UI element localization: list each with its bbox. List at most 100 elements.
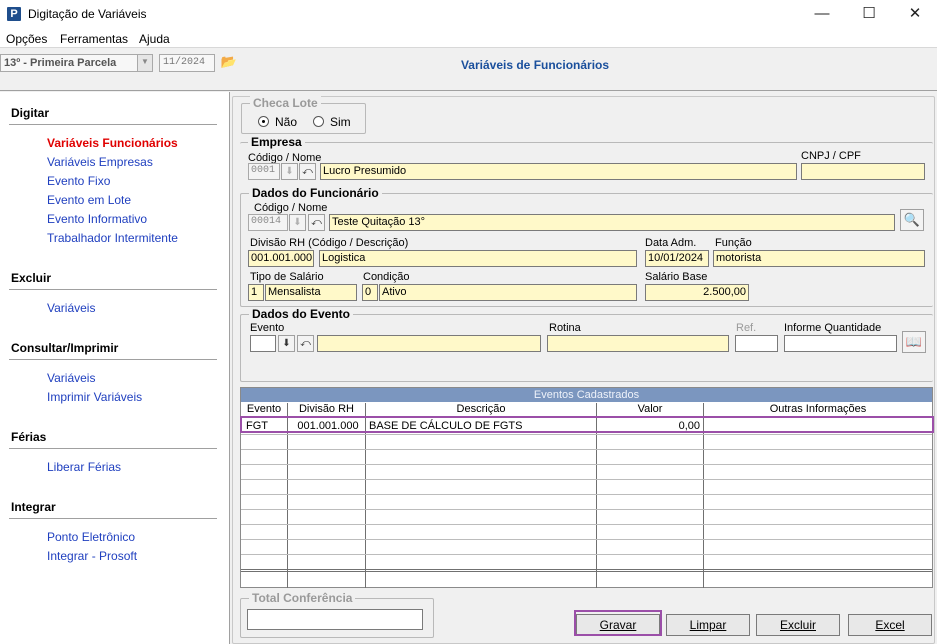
grid-row-line: [241, 434, 932, 435]
total-conferencia-title: Total Conferência: [249, 591, 356, 605]
data-adm-input[interactable]: 10/01/2024: [645, 250, 709, 267]
radio-nao[interactable]: [258, 116, 269, 127]
divisao-label: Divisão RH (Código / Descrição): [250, 237, 409, 249]
minimize-button[interactable]: —: [799, 0, 845, 28]
menu-ajuda[interactable]: Ajuda: [139, 32, 170, 46]
ref-label: Ref.: [736, 322, 757, 334]
tipo-salario-input[interactable]: Mensalista: [265, 284, 357, 301]
sidebar-item-evento-informativo[interactable]: Evento Informativo: [47, 212, 147, 226]
ref-input[interactable]: [735, 335, 778, 352]
calculator-icon[interactable]: 📖: [902, 331, 926, 353]
grid-row-line: [241, 494, 932, 495]
menu-opcoes[interactable]: Opções: [6, 32, 47, 46]
empresa-nome-input[interactable]: Lucro Presumido: [320, 163, 797, 180]
radio-sim-label: Sim: [330, 115, 351, 129]
row-highlight: [240, 416, 934, 433]
sidebar-item-evento-fixo[interactable]: Evento Fixo: [47, 174, 110, 188]
sidebar-item-trabalhador-intermitente[interactable]: Trabalhador Intermitente: [47, 231, 178, 245]
section-integrar: Integrar: [11, 500, 56, 514]
sidebar-item-variaveis-empresas[interactable]: Variáveis Empresas: [47, 155, 153, 169]
sidebar-item-consultar-variaveis[interactable]: Variáveis: [47, 371, 95, 385]
open-folder-icon[interactable]: 📂: [219, 53, 239, 71]
funcionario-codigo-input[interactable]: 00014: [248, 214, 288, 231]
download-icon[interactable]: ⬇: [281, 163, 298, 180]
app-icon: P: [7, 7, 21, 21]
cnpj-input[interactable]: [801, 163, 925, 180]
column-header-descricao[interactable]: Descrição: [366, 403, 597, 417]
column-header-divisao[interactable]: Divisão RH: [288, 403, 366, 417]
limpar-button[interactable]: Limpar: [666, 614, 750, 636]
grid-divider: [365, 417, 366, 588]
competencia-input[interactable]: 11/2024: [159, 54, 215, 72]
download-icon[interactable]: ⬇: [289, 214, 306, 231]
close-window-button[interactable]: ✕: [892, 0, 937, 28]
rotina-input[interactable]: [547, 335, 729, 352]
grid-divider: [703, 417, 704, 588]
funcionario-codigo-label: Código / Nome: [254, 202, 328, 214]
grid-divider: [596, 417, 597, 588]
undo-icon[interactable]: ⤺: [308, 214, 325, 231]
toolbar: 13º - Primeira Parcela ▼ 11/2024 📂 Variá…: [0, 49, 937, 91]
sidebar-item-excluir-variaveis[interactable]: Variáveis: [47, 301, 95, 315]
sidebar-item-imprimir-variaveis[interactable]: Imprimir Variáveis: [47, 390, 142, 404]
condicao-codigo-input[interactable]: 0: [362, 284, 378, 301]
undo-icon[interactable]: ⤺: [297, 335, 314, 352]
cnpj-label: CNPJ / CPF: [801, 150, 861, 162]
sidebar-item-variaveis-funcionarios[interactable]: Variáveis Funcionários: [47, 136, 178, 150]
evento-label: Evento: [250, 322, 285, 334]
rotina-label: Rotina: [549, 322, 581, 334]
sidebar-item-integrar-prosoft[interactable]: Integrar - Prosoft: [47, 549, 137, 563]
parcela-select[interactable]: 13º - Primeira Parcela ▼: [0, 54, 153, 72]
grid-row-line: [241, 571, 932, 572]
search-employee-icon[interactable]: 🔍: [900, 209, 924, 231]
grid-row-line: [241, 569, 932, 570]
radio-sim[interactable]: [313, 116, 324, 127]
sidebar: Digitar Variáveis Funcionários Variáveis…: [0, 92, 230, 644]
funcionario-title: Dados do Funcionário: [249, 186, 382, 200]
maximize-button[interactable]: ☐: [846, 0, 892, 28]
page-title: Variáveis de Funcionários: [460, 58, 610, 72]
tipo-salario-label: Tipo de Salário: [250, 271, 324, 283]
column-header-valor[interactable]: Valor: [597, 403, 704, 417]
funcao-input[interactable]: motorista: [713, 250, 925, 267]
section-ferias: Férias: [11, 430, 47, 444]
divider: [9, 124, 217, 125]
parcela-value: 13º - Primeira Parcela: [4, 57, 117, 69]
divider: [9, 518, 217, 519]
grid-divider: [287, 417, 288, 588]
column-header-outras[interactable]: Outras Informações: [704, 403, 932, 417]
sidebar-item-ponto-eletronico[interactable]: Ponto Eletrônico: [47, 530, 135, 544]
excel-button[interactable]: Excel: [848, 614, 932, 636]
grid-title: Eventos Cadastrados: [241, 388, 932, 402]
empresa-codigo-input[interactable]: 0001: [248, 163, 280, 180]
menu-ferramentas[interactable]: Ferramentas: [60, 32, 128, 46]
excluir-button[interactable]: Excluir: [756, 614, 840, 636]
total-conferencia-input[interactable]: [247, 609, 423, 630]
tipo-salario-codigo-input[interactable]: 1: [248, 284, 264, 301]
sidebar-item-evento-em-lote[interactable]: Evento em Lote: [47, 193, 131, 207]
undo-icon[interactable]: ⤺: [299, 163, 316, 180]
section-digitar: Digitar: [11, 106, 50, 120]
condicao-input[interactable]: Ativo: [379, 284, 637, 301]
divisao-codigo-input[interactable]: 001.001.000: [248, 250, 314, 267]
empresa-title: Empresa: [248, 135, 305, 149]
application-window: P Digitação de Variáveis — ☐ ✕ Opções Fe…: [0, 0, 937, 644]
quantidade-input[interactable]: [784, 335, 897, 352]
grid-row-line: [241, 464, 932, 465]
evento-codigo-input[interactable]: [250, 335, 276, 352]
section-consultar-imprimir: Consultar/Imprimir: [11, 341, 119, 355]
divisao-descricao-input[interactable]: Logistica: [319, 250, 637, 267]
chevron-down-icon[interactable]: ▼: [137, 55, 152, 71]
sidebar-item-liberar-ferias[interactable]: Liberar Férias: [47, 460, 121, 474]
salario-base-input[interactable]: 2.500,00: [645, 284, 749, 301]
grid-row-line: [241, 449, 932, 450]
grid-row-line: [241, 524, 932, 525]
evento-descricao-input[interactable]: [317, 335, 541, 352]
column-header-evento[interactable]: Evento: [241, 403, 288, 417]
data-adm-label: Data Adm.: [645, 237, 697, 249]
download-icon[interactable]: ⬇: [278, 335, 295, 352]
grid-row-line: [241, 539, 932, 540]
grid-row-line: [241, 554, 932, 555]
evento-title: Dados do Evento: [249, 307, 354, 321]
funcionario-nome-input[interactable]: Teste Quitação 13°: [329, 214, 895, 231]
